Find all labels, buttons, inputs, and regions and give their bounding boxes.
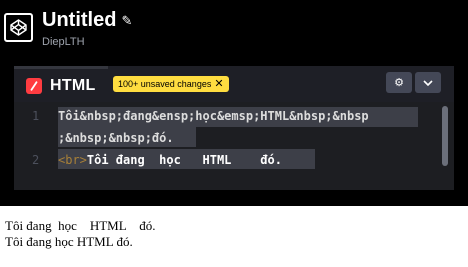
editor-settings-button[interactable]: ⚙	[386, 72, 412, 93]
codepen-app: Untitled ✎ DiepLTH HTML 100+ unsaved cha…	[0, 0, 468, 206]
pencil-icon[interactable]: ✎	[121, 14, 132, 27]
editor-footer	[14, 184, 454, 190]
tab-html[interactable]: HTML	[14, 66, 108, 102]
pen-title[interactable]: Untitled	[42, 8, 116, 32]
code-line-2-text: Tôi đang học HTML đó.	[86, 153, 282, 167]
gear-icon: ⚙	[394, 77, 404, 89]
close-icon[interactable]: ✕	[214, 76, 223, 92]
preview-output: Tôi đang học HTML đó. Tôi đang học HTML …	[5, 218, 155, 250]
html-slash-icon	[26, 77, 42, 94]
code-line-2[interactable]: <br>Tôi đang học HTML đó.	[58, 153, 282, 167]
html-code-editor[interactable]: 1 2 Tôi&nbsp;đang&ensp;học&emsp;HTML&nbs…	[14, 102, 454, 184]
editor-collapse-button[interactable]	[415, 72, 441, 93]
title-row: Untitled ✎	[42, 8, 132, 32]
codepen-logo-icon[interactable]	[4, 13, 33, 42]
tab-html-label: HTML	[50, 76, 96, 94]
editor-scrollbar[interactable]	[442, 106, 448, 166]
html-editor-header: HTML 100+ unsaved changes ✕ ⚙	[14, 66, 454, 102]
code-line-1[interactable]: Tôi&nbsp;đang&ensp;học&emsp;HTML&nbsp;&n…	[58, 109, 369, 123]
code-line-1-wrap[interactable]: ;&nbsp;&nbsp;đó.	[58, 131, 174, 145]
line-number: 1	[32, 109, 40, 123]
chevron-down-icon	[423, 79, 433, 86]
line-number: 2	[32, 153, 40, 167]
br-tag: <br>	[58, 153, 87, 167]
output-line-1: Tôi đang học HTML đó.	[5, 218, 156, 233]
unsaved-changes-label: 100+ unsaved changes	[118, 79, 212, 89]
output-line-2: Tôi đang học HTML đó.	[5, 234, 133, 249]
author-name[interactable]: DiepLTH	[42, 36, 85, 49]
line-gutter: 1 2	[14, 102, 54, 184]
unsaved-changes-badge[interactable]: 100+ unsaved changes ✕	[113, 76, 229, 92]
